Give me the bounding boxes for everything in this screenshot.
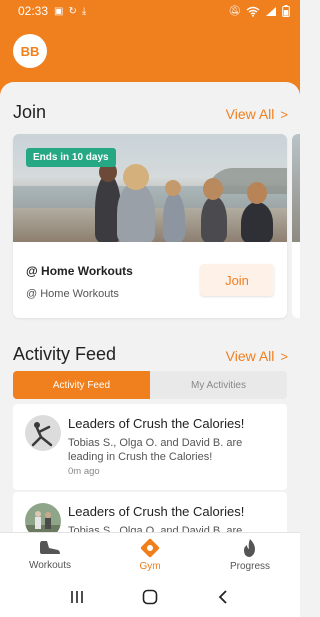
download-icon: ⤓ bbox=[81, 5, 87, 17]
nav-label: Progress bbox=[229, 560, 270, 572]
nav-label: Workouts bbox=[28, 559, 72, 571]
system-icons: 🔕︎ bbox=[228, 5, 290, 17]
challenge-subtitle: @ Home Workouts bbox=[26, 288, 119, 300]
image-notification-icon: ▣ bbox=[54, 5, 64, 17]
chevron-right-icon: > bbox=[280, 348, 288, 364]
flame-icon bbox=[244, 538, 255, 557]
gym-location-icon bbox=[140, 538, 160, 557]
sync-notification-icon: ↻ bbox=[68, 5, 77, 17]
feed-item[interactable]: Leaders of Crush the Calories! Tobias S.… bbox=[13, 404, 287, 490]
feed-section-title: Activity Feed bbox=[13, 344, 117, 364]
system-navigation-bar bbox=[0, 576, 300, 617]
signal-icon bbox=[266, 6, 276, 16]
wifi-icon bbox=[246, 6, 260, 17]
profile-avatar[interactable]: BB bbox=[13, 34, 47, 68]
feed-item-title: Leaders of Crush the Calories! bbox=[68, 504, 245, 519]
challenge-card[interactable]: Ends in 10 days @ Home Workouts @ Home W… bbox=[13, 134, 287, 318]
join-button[interactable]: Join bbox=[200, 264, 274, 296]
tab-activity-feed[interactable]: Activity Feed bbox=[13, 371, 150, 399]
feed-item-thumbnail bbox=[25, 503, 61, 532]
nav-item-progress[interactable]: Progress bbox=[200, 533, 300, 576]
bottom-navigation: Workouts Gym Progress bbox=[0, 532, 300, 576]
feed-item-body: Tobias S., Olga O. and David B. are bbox=[68, 525, 243, 532]
challenge-image: Ends in 10 days bbox=[13, 134, 287, 242]
chevron-right-icon: > bbox=[280, 106, 288, 122]
feed-view-all-link[interactable]: View All > bbox=[226, 348, 288, 364]
content-sheet: Join View All > Ends in 10 days @ Home W… bbox=[0, 82, 300, 532]
home-icon[interactable] bbox=[140, 587, 160, 607]
nav-item-workouts[interactable]: Workouts bbox=[0, 533, 100, 576]
ends-in-badge: Ends in 10 days bbox=[26, 148, 116, 167]
feed-tabs: Activity Feed My Activities bbox=[13, 371, 287, 399]
notification-icons: ▣ ↻ ⤓ bbox=[54, 6, 86, 17]
join-section-title: Join bbox=[13, 102, 47, 122]
back-icon[interactable] bbox=[213, 587, 233, 607]
nav-item-gym[interactable]: Gym bbox=[100, 533, 200, 576]
join-view-all-link[interactable]: View All > bbox=[226, 106, 288, 122]
feed-item[interactable]: Leaders of Crush the Calories! Tobias S.… bbox=[13, 492, 287, 532]
next-challenge-card-peek[interactable] bbox=[292, 134, 300, 318]
recent-apps-icon[interactable] bbox=[67, 587, 87, 607]
tab-my-activities[interactable]: My Activities bbox=[150, 371, 287, 399]
challenge-title: @ Home Workouts bbox=[26, 264, 133, 278]
app-header: 02:33 ▣ ↻ ⤓ 🔕︎ BB bbox=[0, 0, 300, 95]
status-bar: 02:33 ▣ ↻ ⤓ 🔕︎ bbox=[0, 0, 300, 22]
view-all-label: View All bbox=[225, 348, 275, 364]
shoe-icon bbox=[40, 540, 60, 554]
feed-item-body: Tobias S., Olga O. and David B. are lead… bbox=[68, 437, 243, 463]
battery-icon bbox=[282, 5, 290, 17]
view-all-label: View All bbox=[225, 106, 275, 122]
mute-icon: 🔕︎ bbox=[228, 5, 241, 17]
feed-item-time: 0m ago bbox=[68, 466, 100, 477]
feed-item-title: Leaders of Crush the Calories! bbox=[68, 416, 245, 431]
feed-item-thumbnail bbox=[25, 415, 61, 451]
nav-label: Gym bbox=[139, 560, 161, 572]
status-time: 02:33 bbox=[18, 4, 49, 18]
